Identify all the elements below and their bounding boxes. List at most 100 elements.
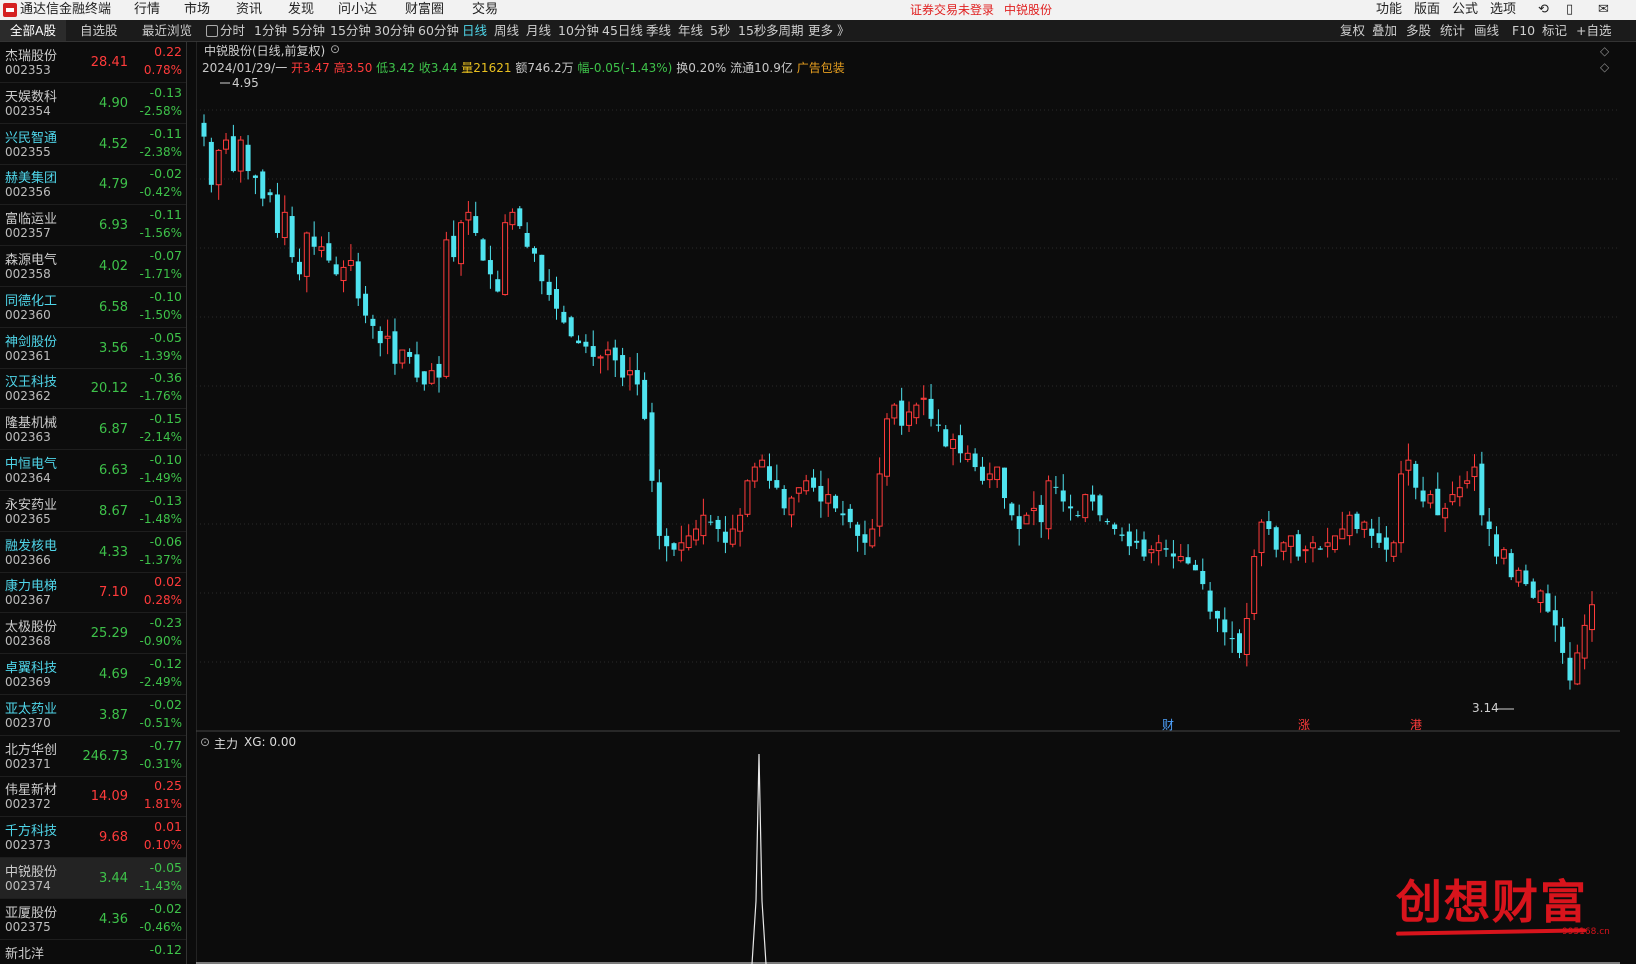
stock-row[interactable]: 新北洋 -0.12 xyxy=(0,940,186,964)
stock-row[interactable]: 太极股份 002368 25.29 -0.23 -0.90% xyxy=(0,613,186,655)
candle-body xyxy=(260,171,266,199)
menu-right-item[interactable]: 公式 xyxy=(1452,1,1478,19)
stock-row[interactable]: 神剑股份 002361 3.56 -0.05 -1.39% xyxy=(0,328,186,369)
menu-right-item[interactable]: 选项 xyxy=(1490,1,1516,19)
stock-code: 002375 xyxy=(5,919,51,934)
period-tab[interactable]: 15分钟 xyxy=(330,20,371,41)
stock-row[interactable]: 富临运业 002357 6.93 -0.11 -1.56% xyxy=(0,205,186,247)
tab-watchlist[interactable]: 自选股 xyxy=(80,20,118,41)
stock-row[interactable]: 中锐股份 002374 3.44 -0.05 -1.43% xyxy=(0,858,186,899)
period-tab[interactable]: 周线 xyxy=(494,20,519,41)
stock-row[interactable]: 亚厦股份 002375 4.36 -0.02 -0.46% xyxy=(0,899,186,940)
menu-item[interactable]: 问小达 xyxy=(338,1,377,19)
chart-tool-button[interactable]: 叠加 xyxy=(1372,20,1397,41)
chart-tool-button[interactable]: F10 xyxy=(1512,20,1535,41)
chart-tool-button[interactable]: 标记 xyxy=(1542,20,1567,41)
refresh-icon[interactable]: ⟲ xyxy=(1538,1,1549,19)
candle-body xyxy=(1376,533,1382,543)
stock-code: 002367 xyxy=(5,593,51,608)
chart-tool-button[interactable]: +自选 xyxy=(1576,20,1611,41)
stock-change-pct: -1.49% xyxy=(139,471,182,485)
period-tab[interactable]: 30分钟 xyxy=(374,20,415,41)
candle-body xyxy=(979,466,985,481)
stock-change-pct: 0.28% xyxy=(143,593,182,608)
chart-tool-button[interactable]: 复权 xyxy=(1340,20,1365,41)
stock-row[interactable]: 杰瑞股份 002353 28.41 0.22 0.78% xyxy=(0,42,186,83)
stock-row[interactable]: 兴民智通 002355 4.52 -0.11 -2.38% xyxy=(0,124,186,165)
period-tab[interactable]: 60分钟 xyxy=(418,20,459,41)
menu-item[interactable]: 资讯 xyxy=(236,1,262,19)
stock-row[interactable]: 永安药业 002365 8.67 -0.13 -1.48% xyxy=(0,491,186,532)
tab-all-a-shares[interactable]: 全部A股 xyxy=(0,20,66,41)
candle-body xyxy=(1346,514,1353,537)
period-tab[interactable]: 5分钟 xyxy=(292,20,325,41)
kline-chart[interactable]: 中锐股份(日线,前复权) ⊙ 2024/01/29/一 开3.47 高3.50 … xyxy=(196,41,1620,964)
period-tab[interactable]: 日线 xyxy=(462,20,487,41)
stock-row[interactable]: 康力电梯 002367 7.10 0.02 0.28% xyxy=(0,572,186,614)
indicator-collapse-icon[interactable]: ⊙ xyxy=(200,735,210,749)
stock-row[interactable]: 森源电气 002358 4.02 -0.07 -1.71% xyxy=(0,246,186,287)
indicator-name[interactable]: 主力 xyxy=(214,735,238,752)
period-tab[interactable]: 多周期 xyxy=(766,20,804,41)
candlestick-plot[interactable]: 4.95 3.14 财 涨 港 xyxy=(196,41,1620,964)
tab-recent[interactable]: 最近浏览 xyxy=(142,20,192,41)
period-tab[interactable]: 年线 xyxy=(678,20,703,41)
chart-tool-button[interactable]: 统计 xyxy=(1440,20,1465,41)
menu-item[interactable]: 财富圈 xyxy=(405,1,444,19)
menu-item[interactable]: 发现 xyxy=(288,1,314,19)
stock-price: 6.58 xyxy=(99,299,128,315)
candle-body xyxy=(795,487,802,494)
toolbar: 全部A股 自选股 最近浏览 分时 1分钟 5分钟 15分钟 30分钟 60分钟 日线 周线 月线… xyxy=(0,20,1636,42)
stock-price: 4.90 xyxy=(99,95,128,111)
period-tab[interactable]: 更多 》 xyxy=(808,20,849,41)
period-tab[interactable]: 1分钟 xyxy=(254,20,287,41)
mail-icon[interactable]: ✉ xyxy=(1598,1,1609,19)
stock-price: 9.68 xyxy=(99,830,128,846)
period-tab[interactable]: 季线 xyxy=(646,20,671,41)
stock-row[interactable]: 卓翼科技 002369 4.69 -0.12 -2.49% xyxy=(0,654,186,695)
stock-row[interactable]: 亚太药业 002370 3.87 -0.02 -0.51% xyxy=(0,695,186,736)
panel-toggle-icon[interactable] xyxy=(206,25,218,37)
period-tab[interactable]: 5秒 xyxy=(710,20,730,41)
stock-row[interactable]: 融发核电 002366 4.33 -0.06 -1.37% xyxy=(0,532,186,573)
period-tab[interactable]: 10分钟 xyxy=(558,20,599,41)
stock-row[interactable]: 天娱数科 002354 4.90 -0.13 -2.58% xyxy=(0,83,186,124)
stock-row[interactable]: 同德化工 002360 6.58 -0.10 -1.50% xyxy=(0,287,186,328)
menu-item[interactable]: 市场 xyxy=(184,1,210,19)
candle-body xyxy=(1016,516,1022,530)
candle-body xyxy=(1508,553,1514,578)
stock-change-pct: -0.42% xyxy=(139,185,182,200)
period-tab[interactable]: 月线 xyxy=(526,20,551,41)
event-marker[interactable]: 财 xyxy=(1162,718,1174,732)
stock-price: 4.79 xyxy=(99,177,128,193)
menu-right-item[interactable]: 版面 xyxy=(1414,1,1440,19)
stock-row[interactable]: 北方华创 002371 246.73 -0.77 -0.31% xyxy=(0,736,186,777)
candle-body xyxy=(576,340,582,344)
chart-tool-button[interactable]: 多股 xyxy=(1406,20,1431,41)
stock-row[interactable]: 中恒电气 002364 6.63 -0.10 -1.49% xyxy=(0,450,186,491)
chart-tool-button[interactable]: 画线 xyxy=(1474,20,1499,41)
period-tab[interactable]: 15秒 xyxy=(738,20,766,41)
candle-body xyxy=(906,411,913,426)
phone-icon[interactable]: ▯ xyxy=(1566,1,1573,19)
menu-right-item[interactable]: 功能 xyxy=(1376,1,1402,19)
stock-row[interactable]: 伟星新材 002372 14.09 0.25 1.81% xyxy=(0,776,186,818)
stock-row[interactable]: 汉王科技 002362 20.12 -0.36 -1.76% xyxy=(0,368,186,410)
period-tab[interactable]: 45日线 xyxy=(602,20,643,41)
menu-item[interactable]: 行情 xyxy=(134,1,160,19)
candle-body xyxy=(678,542,685,551)
candle-body xyxy=(1163,548,1169,550)
menu-item[interactable]: 交易 xyxy=(472,1,498,19)
login-notice[interactable]: 证券交易未登录 xyxy=(910,1,994,19)
candle-body xyxy=(693,528,700,541)
period-tab[interactable]: 分时 xyxy=(220,20,245,41)
candle-body xyxy=(1405,459,1412,471)
candle-body xyxy=(370,318,376,326)
stock-row[interactable]: 赫美集团 002356 4.79 -0.02 -0.42% xyxy=(0,164,186,206)
stock-row[interactable]: 千方科技 002373 9.68 0.01 0.10% xyxy=(0,817,186,859)
candle-body xyxy=(1075,515,1081,517)
stock-row[interactable]: 隆基机械 002363 6.87 -0.15 -2.14% xyxy=(0,409,186,451)
event-marker[interactable]: 港 xyxy=(1410,718,1422,732)
candle-body xyxy=(1097,495,1103,516)
event-marker[interactable]: 涨 xyxy=(1298,717,1310,732)
